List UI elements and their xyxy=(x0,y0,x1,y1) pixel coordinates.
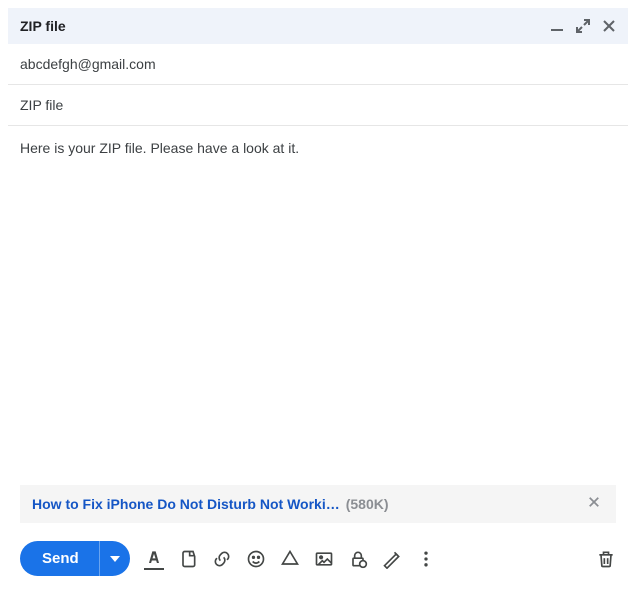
minimize-icon[interactable] xyxy=(550,19,564,33)
insert-drive-icon[interactable] xyxy=(280,549,300,569)
formatting-icon[interactable] xyxy=(144,548,164,570)
compose-title: ZIP file xyxy=(20,18,66,34)
send-split-button: Send xyxy=(20,541,130,576)
attachment-size: (580K) xyxy=(346,496,389,512)
expand-icon[interactable] xyxy=(576,19,590,33)
recipient-value: abcdefgh@gmail.com xyxy=(20,56,156,72)
attachment-info[interactable]: How to Fix iPhone Do Not Disturb Not Wor… xyxy=(32,496,389,512)
insert-link-icon[interactable] xyxy=(212,549,232,569)
close-icon[interactable] xyxy=(602,19,616,33)
body-text: Here is your ZIP file. Please have a loo… xyxy=(20,140,299,156)
compose-toolbar: Send xyxy=(8,533,628,588)
insert-photo-icon[interactable] xyxy=(314,549,334,569)
discard-draft-icon[interactable] xyxy=(596,549,616,569)
toolbar-left: Send xyxy=(20,541,436,576)
attachment-chip: How to Fix iPhone Do Not Disturb Not Wor… xyxy=(20,485,616,523)
message-body[interactable]: Here is your ZIP file. Please have a loo… xyxy=(8,126,628,477)
attach-file-icon[interactable] xyxy=(178,549,198,569)
insert-emoji-icon[interactable] xyxy=(246,549,266,569)
compose-window: ZIP file abcdefgh@gmail.com ZIP file Her… xyxy=(8,8,628,588)
recipients-field[interactable]: abcdefgh@gmail.com xyxy=(8,44,628,85)
attachment-name: How to Fix iPhone Do Not Disturb Not Wor… xyxy=(32,496,340,512)
subject-value: ZIP file xyxy=(20,97,63,113)
window-actions xyxy=(550,19,616,33)
compose-header: ZIP file xyxy=(8,8,628,44)
attachment-remove-icon[interactable] xyxy=(584,495,604,513)
more-options-icon[interactable] xyxy=(416,549,436,569)
subject-field[interactable]: ZIP file xyxy=(8,85,628,126)
insert-signature-icon[interactable] xyxy=(382,549,402,569)
send-button[interactable]: Send xyxy=(20,541,99,576)
confidential-mode-icon[interactable] xyxy=(348,549,368,569)
send-options-button[interactable] xyxy=(99,541,130,576)
